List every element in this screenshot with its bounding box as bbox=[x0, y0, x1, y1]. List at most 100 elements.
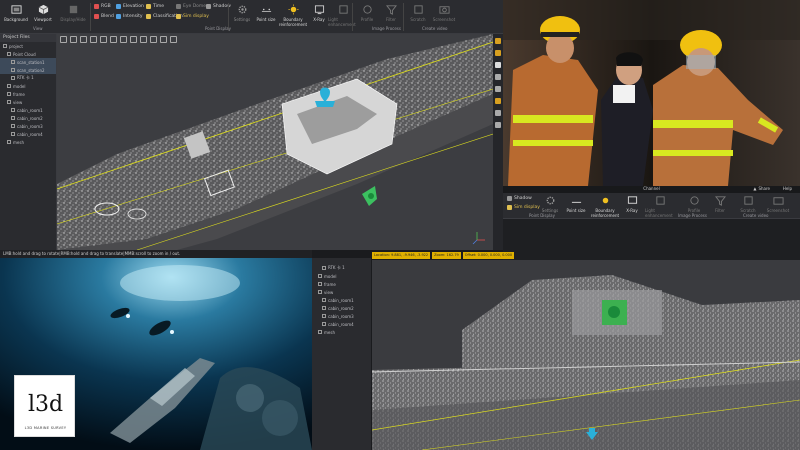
intensity-label: Intensity bbox=[123, 14, 143, 19]
checkbox-icon bbox=[146, 14, 151, 19]
shadow-check-2[interactable]: Shadow bbox=[507, 196, 532, 201]
tree-item[interactable]: mesh bbox=[0, 138, 56, 146]
boundary-reinforcement-label: Boundary reinforcement bbox=[278, 17, 308, 27]
tree-item-label: Point Cloud bbox=[13, 51, 36, 57]
tree-item-label: model bbox=[324, 273, 337, 279]
checkbox-icon bbox=[11, 60, 15, 64]
section-point-display: Point Display bbox=[205, 26, 231, 31]
main-toolbar: Background Viewport Display/Hide RGB Ele… bbox=[0, 0, 503, 34]
tree-item[interactable]: model bbox=[0, 82, 56, 90]
checkbox-icon bbox=[7, 84, 11, 88]
tree-item[interactable]: scan_station1 bbox=[0, 58, 56, 66]
profile-icon bbox=[362, 5, 372, 14]
tree-item[interactable]: cabin_room3 bbox=[0, 122, 56, 130]
redo-icon[interactable] bbox=[170, 36, 177, 43]
zoom-readout: Zoom: 162.79 bbox=[432, 252, 461, 259]
eye-dome-check[interactable]: Eye Dome bbox=[176, 4, 206, 9]
tree-item[interactable]: cabin_room4 bbox=[0, 130, 56, 138]
layer-icon[interactable] bbox=[495, 38, 501, 44]
scratch-button-2[interactable]: Scratch bbox=[735, 193, 761, 223]
intensity-check[interactable]: Intensity bbox=[116, 14, 143, 19]
side-view-icon[interactable] bbox=[90, 36, 97, 43]
point-cloud-viewport-2[interactable] bbox=[372, 260, 800, 450]
checkbox-icon bbox=[176, 4, 181, 9]
sim-display-check-2[interactable]: Sim display bbox=[507, 205, 540, 210]
blend-check[interactable]: Blend bbox=[94, 14, 114, 19]
undo-icon[interactable] bbox=[160, 36, 167, 43]
top-view-icon[interactable] bbox=[70, 36, 77, 43]
rgb-check[interactable]: RGB bbox=[94, 4, 111, 9]
light-button-2[interactable]: Light enhancement bbox=[645, 193, 675, 223]
panel-title: Project Files bbox=[0, 34, 56, 42]
rotate-icon[interactable] bbox=[100, 36, 107, 43]
expand-icon bbox=[7, 52, 11, 56]
light-label-2: Light enhancement bbox=[645, 208, 673, 218]
tree-item[interactable]: cabin_room2 bbox=[312, 304, 371, 312]
share-icon: ▲ bbox=[753, 186, 757, 191]
delete-icon[interactable] bbox=[150, 36, 157, 43]
tree-item[interactable]: cabin_room1 bbox=[312, 296, 371, 304]
settings-button[interactable]: Settings bbox=[229, 2, 255, 32]
tree-item[interactable]: frame bbox=[312, 280, 371, 288]
point-size-icon bbox=[261, 8, 271, 12]
xray-icon bbox=[314, 5, 324, 15]
scratch-icon bbox=[743, 196, 753, 205]
clip-icon[interactable] bbox=[120, 36, 127, 43]
measure-icon[interactable] bbox=[110, 36, 117, 43]
checkbox-icon bbox=[94, 4, 99, 9]
lasso-icon[interactable] bbox=[140, 36, 147, 43]
point-size-button-2[interactable]: Point size bbox=[563, 193, 589, 223]
elevation-check[interactable]: Elevation bbox=[116, 4, 144, 9]
3d-view-icon[interactable] bbox=[495, 50, 501, 56]
tree-item[interactable]: view bbox=[0, 98, 56, 106]
point-size-button[interactable]: Point size bbox=[253, 2, 279, 32]
color-icon[interactable] bbox=[495, 98, 501, 104]
help-button[interactable]: Help bbox=[783, 186, 792, 191]
boundary-reinforcement-button[interactable]: Boundary reinforcement bbox=[278, 2, 308, 32]
share-label: Share bbox=[758, 186, 770, 191]
filter-button-2[interactable]: Filter bbox=[707, 193, 733, 223]
tree-item[interactable]: Point Cloud bbox=[0, 50, 56, 58]
ruler-icon[interactable] bbox=[495, 110, 501, 116]
tree-item[interactable]: RTK 卡 1 bbox=[0, 74, 56, 82]
tree-item[interactable]: view bbox=[312, 288, 371, 296]
settings-button-2[interactable]: Settings bbox=[537, 193, 563, 223]
section-view: View bbox=[33, 26, 43, 31]
tree-item[interactable]: cabin_room4 bbox=[312, 320, 371, 328]
tree-item[interactable]: cabin_room2 bbox=[0, 114, 56, 122]
select-icon[interactable] bbox=[130, 36, 137, 43]
share-button[interactable]: ▲ Share bbox=[753, 186, 770, 191]
background-icon bbox=[10, 5, 22, 14]
time-check[interactable]: Time bbox=[146, 4, 164, 9]
camera-icon[interactable] bbox=[495, 74, 501, 80]
tree-item-label: cabin_room4 bbox=[328, 321, 354, 327]
point-cloud-viewport[interactable] bbox=[57, 34, 493, 250]
screenshot-button-2[interactable]: Screenshot bbox=[761, 193, 795, 223]
light-icon[interactable] bbox=[495, 86, 501, 92]
tree-item-label: cabin_room1 bbox=[328, 297, 354, 303]
xray-button-2[interactable]: X-Ray bbox=[619, 193, 645, 223]
tree-item[interactable]: scan_station2 bbox=[0, 66, 56, 74]
checkbox-icon bbox=[507, 205, 512, 210]
tree-item-label: mesh bbox=[13, 139, 24, 145]
tree-item[interactable]: cabin_room3 bbox=[312, 312, 371, 320]
tree-item[interactable]: project bbox=[0, 42, 56, 50]
tree-item[interactable]: mesh bbox=[312, 328, 371, 336]
checkbox-icon bbox=[176, 14, 181, 19]
fit-view-icon[interactable] bbox=[60, 36, 67, 43]
expand-icon bbox=[3, 44, 7, 48]
tree-item[interactable]: cabin_room1 bbox=[0, 106, 56, 114]
tree-item[interactable]: frame bbox=[0, 90, 56, 98]
tree-item[interactable]: RTK 卡 1 bbox=[312, 264, 371, 272]
background-button[interactable]: Background bbox=[3, 2, 29, 32]
sim-display-check[interactable]: Sim display bbox=[176, 14, 209, 19]
front-view-icon[interactable] bbox=[80, 36, 87, 43]
tree-item-label: frame bbox=[13, 91, 25, 97]
grid-icon[interactable] bbox=[495, 62, 501, 68]
firefighters-image bbox=[503, 0, 800, 186]
display-hide-button[interactable]: Display/Hide bbox=[58, 2, 88, 32]
profile-button-2[interactable]: Profile bbox=[681, 193, 707, 223]
settings-icon[interactable] bbox=[495, 122, 501, 128]
boundary-button-2[interactable]: Boundary reinforcement bbox=[589, 193, 621, 223]
tree-item[interactable]: model bbox=[312, 272, 371, 280]
